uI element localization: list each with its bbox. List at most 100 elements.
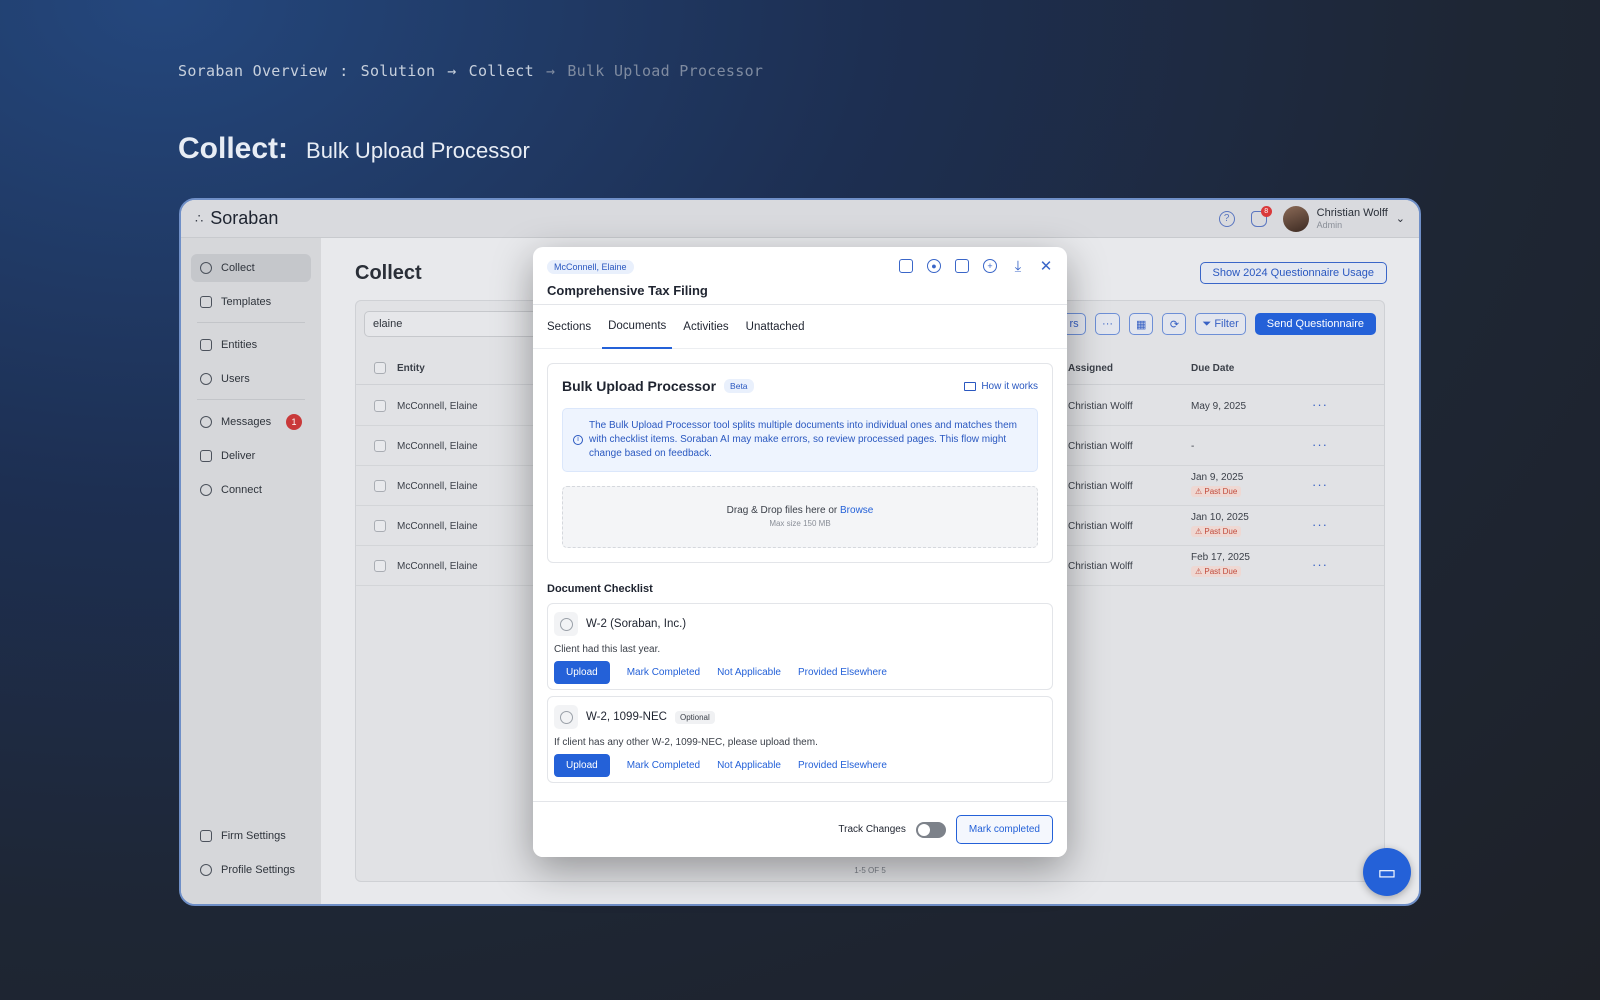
beta-badge: Beta xyxy=(724,379,754,393)
send-questionnaire-button[interactable]: Send Questionnaire xyxy=(1254,313,1376,335)
download-icon[interactable]: ⤓ xyxy=(1011,258,1025,275)
item-radio[interactable] xyxy=(554,612,578,636)
chat-icon xyxy=(200,416,212,428)
chat-bubble-icon: ▭ xyxy=(1377,861,1397,884)
track-changes-toggle[interactable] xyxy=(915,821,946,838)
mark-completed-link[interactable]: Mark Completed xyxy=(627,667,700,678)
provided-elsewhere-link[interactable]: Provided Elsewhere xyxy=(798,667,887,678)
tab-documents[interactable]: Documents xyxy=(602,305,673,349)
pagination: 1-5 OF 5 xyxy=(854,866,886,875)
chat-button[interactable]: ▭ xyxy=(1363,848,1411,896)
crumb-sep: : xyxy=(339,62,349,80)
due-cell: - xyxy=(1191,441,1195,452)
tab-activities[interactable]: Activities xyxy=(683,305,728,349)
clipboard-icon[interactable] xyxy=(899,259,913,273)
how-it-works-link[interactable]: How it works xyxy=(964,381,1038,392)
plus-circle-icon[interactable]: + xyxy=(983,259,997,273)
not-applicable-link[interactable]: Not Applicable xyxy=(717,667,781,678)
divider xyxy=(197,399,305,400)
logo[interactable]: ∴ Soraban xyxy=(195,208,278,229)
entity-cell: McConnell, Elaine xyxy=(397,401,478,412)
logo-icon: ∴ xyxy=(195,210,205,226)
questionnaire-usage-button[interactable]: Show 2024 Questionnaire Usage xyxy=(1199,262,1387,284)
assigned-cell: Christian Wolff xyxy=(1068,401,1133,412)
row-checkbox[interactable] xyxy=(374,400,386,412)
sidebar-item-deliver[interactable]: Deliver xyxy=(191,442,311,470)
upload-button[interactable]: Upload xyxy=(554,754,610,777)
eye-icon[interactable]: ● xyxy=(927,259,941,273)
close-icon[interactable]: ✕ xyxy=(1039,258,1053,275)
info-text: The Bulk Upload Processor tool splits mu… xyxy=(589,420,1017,459)
not-applicable-link[interactable]: Not Applicable xyxy=(717,760,781,771)
sidebar-item-entities[interactable]: Entities xyxy=(191,331,311,359)
sidebar-item-label: Entities xyxy=(221,339,258,351)
user-role: Admin xyxy=(1316,220,1343,230)
sidebar-item-templates[interactable]: Templates xyxy=(191,288,311,316)
bulk-upload-title: Bulk Upload Processor xyxy=(562,378,717,394)
more-button[interactable]: ··· xyxy=(1095,313,1121,335)
entity-cell: McConnell, Elaine xyxy=(397,441,478,452)
crumb-solution[interactable]: Solution xyxy=(361,62,436,80)
upload-button[interactable]: Upload xyxy=(554,661,610,684)
crumb-collect[interactable]: Collect xyxy=(469,62,534,80)
row-checkbox[interactable] xyxy=(374,560,386,572)
sidebar-item-connect[interactable]: Connect xyxy=(191,476,311,504)
filter-button[interactable]: ⏷ Filter xyxy=(1195,313,1246,335)
refresh-icon[interactable]: ⟳ xyxy=(1162,313,1187,335)
mark-completed-link[interactable]: Mark Completed xyxy=(627,760,700,771)
sidebar-item-label: Firm Settings xyxy=(221,830,286,842)
tab-sections[interactable]: Sections xyxy=(547,305,591,349)
modal-footer: Track Changes Mark completed xyxy=(533,801,1067,857)
track-changes-label: Track Changes xyxy=(838,824,906,835)
optional-badge: Optional xyxy=(674,710,715,724)
lock-icon[interactable] xyxy=(955,259,969,273)
sidebar-item-users[interactable]: Users xyxy=(191,365,311,393)
max-size-text: Max size 150 MB xyxy=(769,519,831,528)
info-icon: i xyxy=(573,435,583,445)
entity-cell: McConnell, Elaine xyxy=(397,561,478,572)
due-cell: Jan 9, 2025 xyxy=(1191,472,1244,483)
chevron-down-icon[interactable]: ⌄ xyxy=(1396,212,1405,225)
mark-completed-button[interactable]: Mark completed xyxy=(955,815,1053,844)
item-radio[interactable] xyxy=(554,705,578,729)
column-assigned[interactable]: Assigned xyxy=(1068,363,1113,374)
notification-badge: 8 xyxy=(1260,205,1272,217)
provided-elsewhere-link[interactable]: Provided Elsewhere xyxy=(798,760,887,771)
row-checkbox[interactable] xyxy=(374,480,386,492)
entity-cell: McConnell, Elaine xyxy=(397,521,478,532)
row-menu-icon[interactable]: ··· xyxy=(1312,557,1328,572)
row-checkbox[interactable] xyxy=(374,440,386,452)
modal-title: Comprehensive Tax Filing xyxy=(547,283,708,298)
browse-link[interactable]: Browse xyxy=(840,505,873,516)
sidebar-item-profile-settings[interactable]: Profile Settings xyxy=(191,856,311,884)
file-drop-zone[interactable]: Drag & Drop files here or Browse Max siz… xyxy=(562,486,1038,548)
item-name: W-2 (Soraban, Inc.) xyxy=(586,618,687,630)
row-menu-icon[interactable]: ··· xyxy=(1312,437,1328,452)
assigned-cell: Christian Wolff xyxy=(1068,481,1133,492)
sidebar-item-firm-settings[interactable]: Firm Settings xyxy=(191,822,311,850)
column-due-date[interactable]: Due Date xyxy=(1191,363,1234,374)
crumb-overview[interactable]: Soraban Overview xyxy=(178,62,327,80)
calendar-icon[interactable]: ▦ xyxy=(1129,313,1154,335)
past-due-badge: ⚠ Past Due xyxy=(1191,486,1242,497)
row-menu-icon[interactable]: ··· xyxy=(1312,477,1328,492)
user-menu[interactable]: Christian Wolff Admin ⌄ xyxy=(1282,205,1405,232)
client-chip[interactable]: McConnell, Elaine xyxy=(547,260,634,274)
search-input[interactable]: elaine xyxy=(364,311,544,337)
select-all-checkbox[interactable] xyxy=(374,362,386,374)
tab-unattached[interactable]: Unattached xyxy=(746,305,805,349)
help-icon[interactable]: ? xyxy=(1218,210,1235,227)
row-checkbox[interactable] xyxy=(374,520,386,532)
column-entity[interactable]: Entity xyxy=(397,363,425,374)
row-menu-icon[interactable]: ··· xyxy=(1312,397,1328,412)
sidebar-item-collect[interactable]: Collect xyxy=(191,254,311,282)
assigned-cell: Christian Wolff xyxy=(1068,521,1133,532)
collect-icon xyxy=(200,262,212,274)
toolbar: rs ··· ▦ ⟳ ⏷ Filter Send Questionnaire xyxy=(1062,313,1376,335)
avatar xyxy=(1282,205,1309,232)
row-menu-icon[interactable]: ··· xyxy=(1312,517,1328,532)
bell-icon[interactable]: 8 xyxy=(1250,205,1272,227)
drop-text: Drag & Drop files here or xyxy=(726,505,838,516)
sidebar-item-messages[interactable]: Messages 1 xyxy=(191,408,311,436)
crumb-arrow: → xyxy=(545,62,556,80)
